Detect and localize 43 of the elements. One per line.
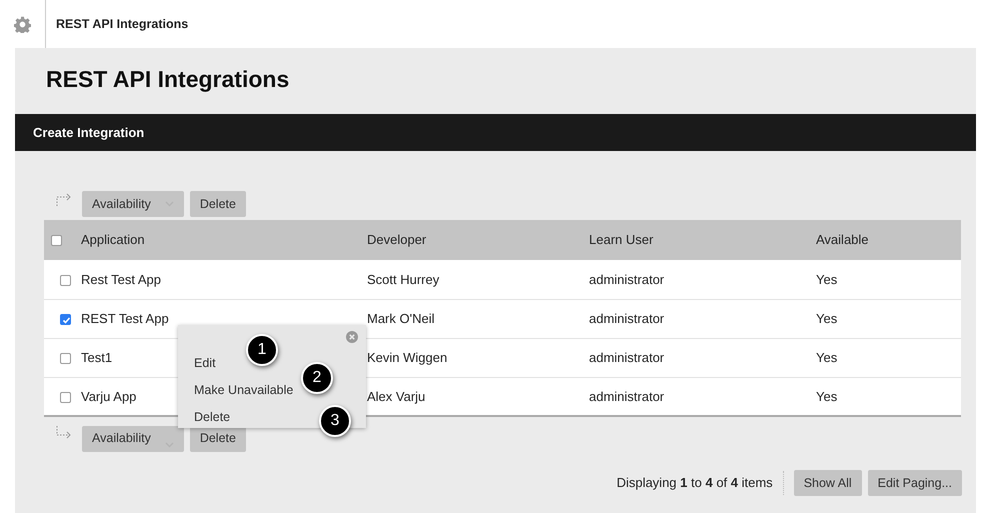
- table-cell: Yes: [816, 388, 838, 404]
- table-cell: Mark O'Neil: [367, 310, 434, 326]
- checkbox[interactable]: [60, 314, 71, 325]
- availability-button[interactable]: Availability: [82, 426, 184, 452]
- menu-item[interactable]: Make Unavailable: [194, 381, 294, 400]
- show-all-button[interactable]: Show All: [794, 470, 862, 496]
- availability-button[interactable]: Availability: [82, 191, 184, 217]
- menu-item[interactable]: Delete: [194, 408, 230, 427]
- table-cell: Yes: [816, 310, 838, 326]
- settings-icon[interactable]: [14, 16, 31, 32]
- table-cell: administrator: [589, 272, 664, 286]
- table-cell: administrator: [589, 350, 664, 365]
- column-header: Available: [816, 232, 869, 248]
- table-cell: administrator: [589, 388, 664, 404]
- callout-marker: 3: [319, 405, 351, 437]
- page-title: REST API Integrations: [45, 65, 290, 94]
- close-icon[interactable]: [346, 331, 358, 343]
- table-cell: Alex Varju: [367, 388, 426, 404]
- table-cell: REST Test App: [81, 310, 169, 326]
- table-cell: administrator: [589, 310, 664, 326]
- table-cell: Varju App: [81, 388, 136, 404]
- checkbox[interactable]: [60, 392, 71, 403]
- table-cell: Test1: [81, 350, 112, 365]
- checkbox[interactable]: [60, 274, 71, 286]
- menu-item[interactable]: Edit: [194, 354, 216, 373]
- table-cell: Yes: [816, 350, 838, 365]
- edit-paging-button[interactable]: Edit Paging...: [868, 470, 962, 496]
- pagination-summary: Displaying 1 to 4 of 4 items: [616, 474, 773, 492]
- checkbox[interactable]: [60, 352, 71, 364]
- table-cell: Yes: [816, 272, 838, 286]
- header-title: REST API Integrations: [55, 16, 188, 33]
- table-cell: Rest Test App: [81, 272, 161, 286]
- callout-marker: 1: [246, 334, 278, 366]
- table-cell: Scott Hurrey: [367, 272, 440, 286]
- column-header: Learn User: [589, 232, 654, 248]
- table-cell: Kevin Wiggen: [367, 350, 448, 365]
- checkbox[interactable]: [51, 235, 62, 246]
- delete-button[interactable]: Delete: [190, 191, 246, 217]
- callout-marker: 2: [301, 362, 333, 394]
- create-integration-button[interactable]: Create Integration: [15, 114, 162, 151]
- column-header: Developer: [367, 232, 426, 248]
- delete-button[interactable]: Delete: [190, 426, 246, 452]
- column-header: Application: [81, 232, 145, 248]
